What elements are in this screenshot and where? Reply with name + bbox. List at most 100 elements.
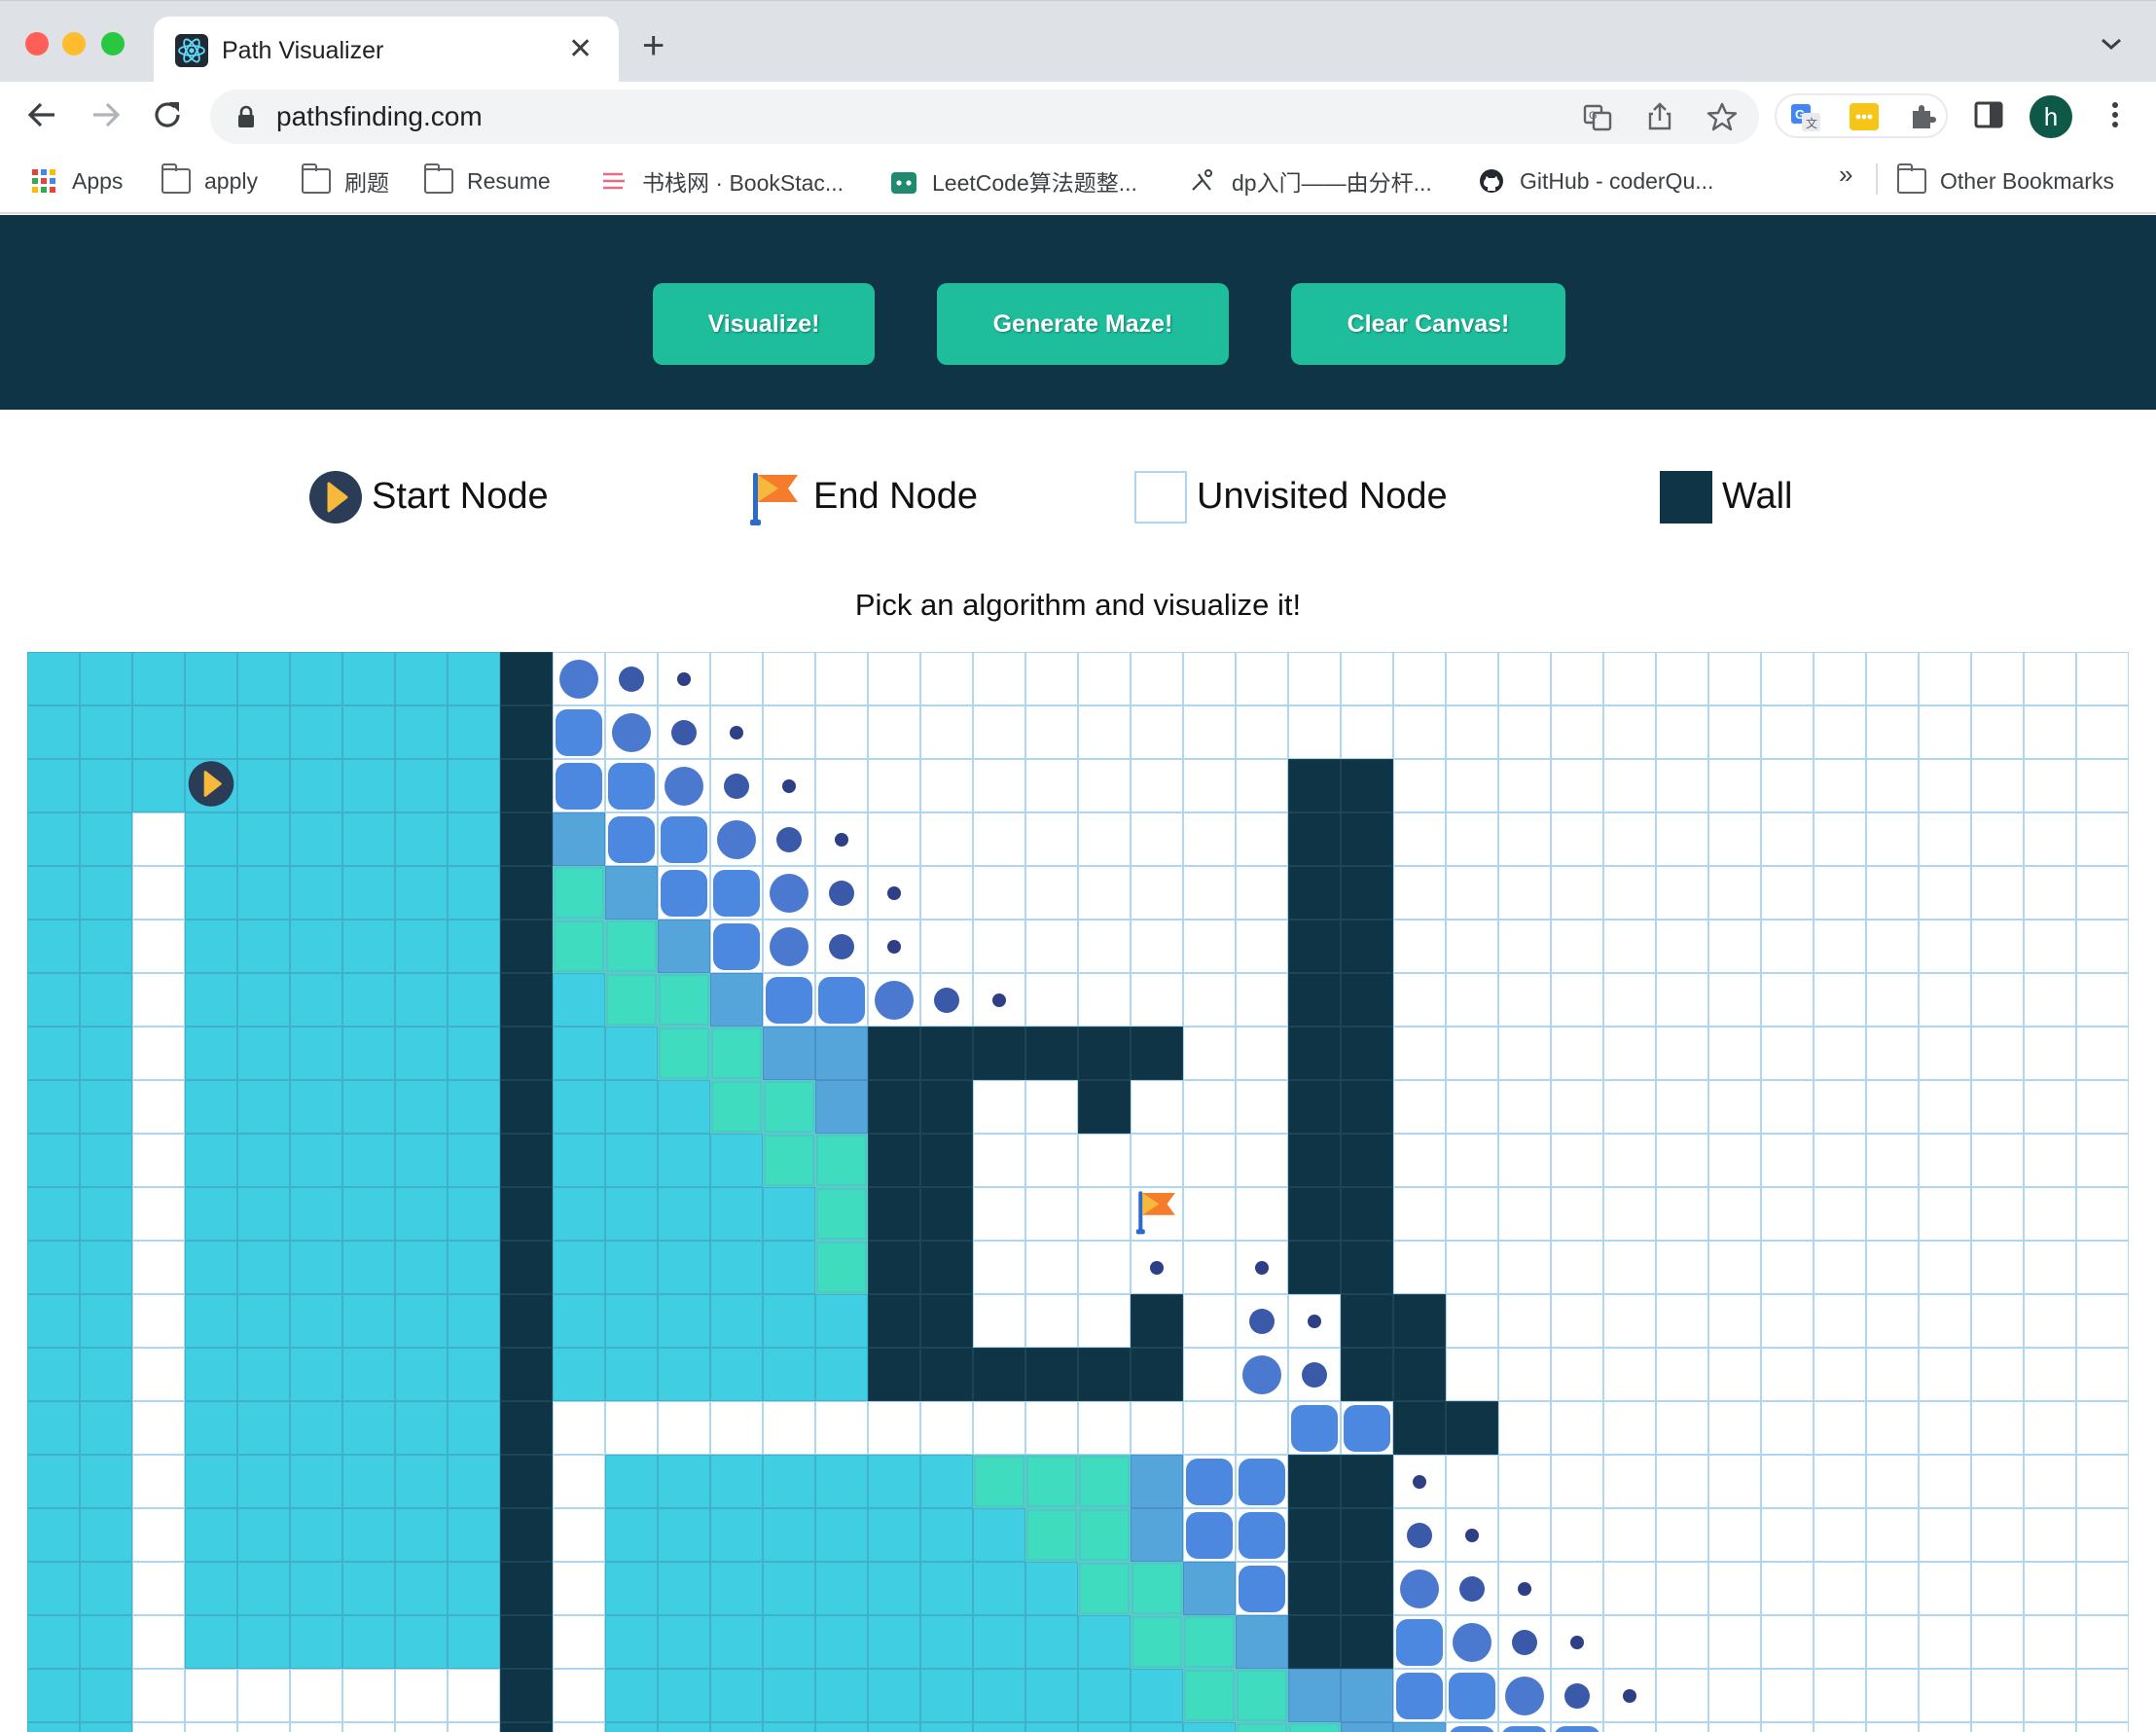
grid-cell-unvisited[interactable]: [1183, 920, 1236, 973]
grid-cell-unvisited[interactable]: [1971, 866, 2024, 920]
grid-cell-animating[interactable]: [1341, 1401, 1393, 1455]
grid-cell-visited[interactable]: [395, 1134, 448, 1187]
grid-cell-wall[interactable]: [1341, 1348, 1393, 1401]
grid-cell-unvisited[interactable]: [868, 1401, 920, 1455]
grid-cell-visited[interactable]: [80, 920, 132, 973]
grid-cell-unvisited[interactable]: [1446, 920, 1498, 973]
grid-cell-unvisited[interactable]: [1078, 920, 1131, 973]
grid-cell-visited[interactable]: [185, 1294, 237, 1348]
grid-cell-visited[interactable]: [1078, 1669, 1131, 1722]
grid-cell-wall[interactable]: [500, 1294, 553, 1348]
grid-cell-wall[interactable]: [1393, 1294, 1446, 1348]
grid-cell-visited[interactable]: [80, 652, 132, 705]
grid-cell-unvisited[interactable]: [1603, 1562, 1656, 1615]
grid-cell-end[interactable]: [1131, 1187, 1183, 1241]
grid-cell-unvisited[interactable]: [395, 1669, 448, 1722]
grid-cell-unvisited[interactable]: [1446, 866, 1498, 920]
grid-cell-unvisited[interactable]: [1498, 759, 1551, 812]
grid-cell-animating[interactable]: [1498, 1669, 1551, 1722]
grid-cell-unvisited[interactable]: [710, 652, 763, 705]
grid-cell-unvisited[interactable]: [1551, 1187, 1603, 1241]
grid-cell-unvisited[interactable]: [1446, 1455, 1498, 1508]
grid-cell-unvisited[interactable]: [1919, 1241, 1971, 1294]
grid-cell-wall[interactable]: [1341, 1455, 1393, 1508]
grid-cell-unvisited[interactable]: [1656, 1348, 1708, 1401]
grid-cell-visited[interactable]: [1078, 1508, 1131, 1562]
grid-cell-unvisited[interactable]: [2024, 812, 2076, 866]
bookmark-apps[interactable]: Apps: [29, 162, 123, 200]
grid-cell-visited[interactable]: [80, 1241, 132, 1294]
grid-cell-unvisited[interactable]: [2024, 1027, 2076, 1080]
grid-cell-visited[interactable]: [395, 866, 448, 920]
grid-cell-animating[interactable]: [1236, 1455, 1288, 1508]
grid-cell-visited[interactable]: [658, 1027, 710, 1080]
grid-cell-wall[interactable]: [1341, 1562, 1393, 1615]
grid-cell-visited[interactable]: [342, 973, 395, 1027]
grid-cell-visited[interactable]: [448, 812, 500, 866]
grid-cell-visited[interactable]: [763, 1455, 815, 1508]
grid-cell-visited[interactable]: [1288, 1669, 1341, 1722]
grid-cell-unvisited[interactable]: [2024, 1401, 2076, 1455]
grid-cell-unvisited[interactable]: [1919, 1508, 1971, 1562]
grid-cell-unvisited[interactable]: [1131, 759, 1183, 812]
grid-cell-animating[interactable]: [1393, 1508, 1446, 1562]
grid-cell-animating[interactable]: [763, 920, 815, 973]
grid-cell-visited[interactable]: [80, 866, 132, 920]
grid-cell-unvisited[interactable]: [1603, 1615, 1656, 1669]
grid-cell-unvisited[interactable]: [2076, 973, 2129, 1027]
grid-cell-visited[interactable]: [605, 1669, 658, 1722]
grid-cell-unvisited[interactable]: [1498, 652, 1551, 705]
grid-cell-wall[interactable]: [1393, 1348, 1446, 1401]
grid-cell-unvisited[interactable]: [1866, 1562, 1919, 1615]
password-manager-icon[interactable]: [1849, 101, 1880, 132]
grid-cell-unvisited[interactable]: [1446, 1134, 1498, 1187]
grid-cell-unvisited[interactable]: [1603, 652, 1656, 705]
grid-cell-unvisited[interactable]: [1236, 1027, 1288, 1080]
grid-cell-visited[interactable]: [27, 1508, 80, 1562]
grid-cell-unvisited[interactable]: [132, 1348, 185, 1401]
grid-cell-unvisited[interactable]: [1603, 1241, 1656, 1294]
grid-cell-visited[interactable]: [290, 1615, 342, 1669]
grid-cell-unvisited[interactable]: [132, 1508, 185, 1562]
grid-cell-unvisited[interactable]: [132, 973, 185, 1027]
grid-cell-unvisited[interactable]: [1498, 812, 1551, 866]
grid-cell-unvisited[interactable]: [1866, 1080, 1919, 1134]
grid-cell-unvisited[interactable]: [1971, 973, 2024, 1027]
grid-cell-visited[interactable]: [237, 1401, 290, 1455]
grid-cell-animating[interactable]: [1288, 1401, 1341, 1455]
grid-cell-unvisited[interactable]: [1761, 1455, 1814, 1508]
grid-cell-animating[interactable]: [1498, 1615, 1551, 1669]
grid-cell-animating[interactable]: [1446, 1615, 1498, 1669]
grid-cell-unvisited[interactable]: [1866, 1669, 1919, 1722]
grid-cell-unvisited[interactable]: [1814, 920, 1866, 973]
grid-cell-unvisited[interactable]: [2076, 1508, 2129, 1562]
grid-cell-animating[interactable]: [1603, 1669, 1656, 1722]
grid-cell-visited[interactable]: [237, 705, 290, 759]
grid-cell-unvisited[interactable]: [973, 866, 1025, 920]
grid-cell-visited[interactable]: [1078, 1562, 1131, 1615]
grid-cell-unvisited[interactable]: [815, 652, 868, 705]
grid-cell-visited[interactable]: [763, 1294, 815, 1348]
grid-cell-visited[interactable]: [342, 1401, 395, 1455]
grid-cell-visited[interactable]: [815, 1187, 868, 1241]
grid-cell-wall[interactable]: [920, 1294, 973, 1348]
grid-cell-unvisited[interactable]: [1866, 1615, 1919, 1669]
grid-cell-unvisited[interactable]: [553, 1562, 605, 1615]
end-node-flag-icon[interactable]: [1135, 1187, 1178, 1241]
grid-cell-unvisited[interactable]: [973, 1241, 1025, 1294]
grid-cell-unvisited[interactable]: [1393, 1080, 1446, 1134]
grid-cell-wall[interactable]: [500, 1722, 553, 1732]
grid-cell-unvisited[interactable]: [1656, 1722, 1708, 1732]
grid-cell-unvisited[interactable]: [1971, 1348, 2024, 1401]
grid-cell-unvisited[interactable]: [1814, 1348, 1866, 1401]
grid-cell-visited[interactable]: [185, 1187, 237, 1241]
grid-cell-unvisited[interactable]: [1498, 1508, 1551, 1562]
grid-cell-visited[interactable]: [80, 1134, 132, 1187]
grid-cell-unvisited[interactable]: [710, 1401, 763, 1455]
grid-cell-visited[interactable]: [448, 705, 500, 759]
grid-cell-unvisited[interactable]: [1761, 705, 1814, 759]
grid-cell-wall[interactable]: [868, 1294, 920, 1348]
grid-cell-visited[interactable]: [448, 1187, 500, 1241]
grid-cell-animating[interactable]: [1498, 1562, 1551, 1615]
grid-cell-visited[interactable]: [658, 1134, 710, 1187]
